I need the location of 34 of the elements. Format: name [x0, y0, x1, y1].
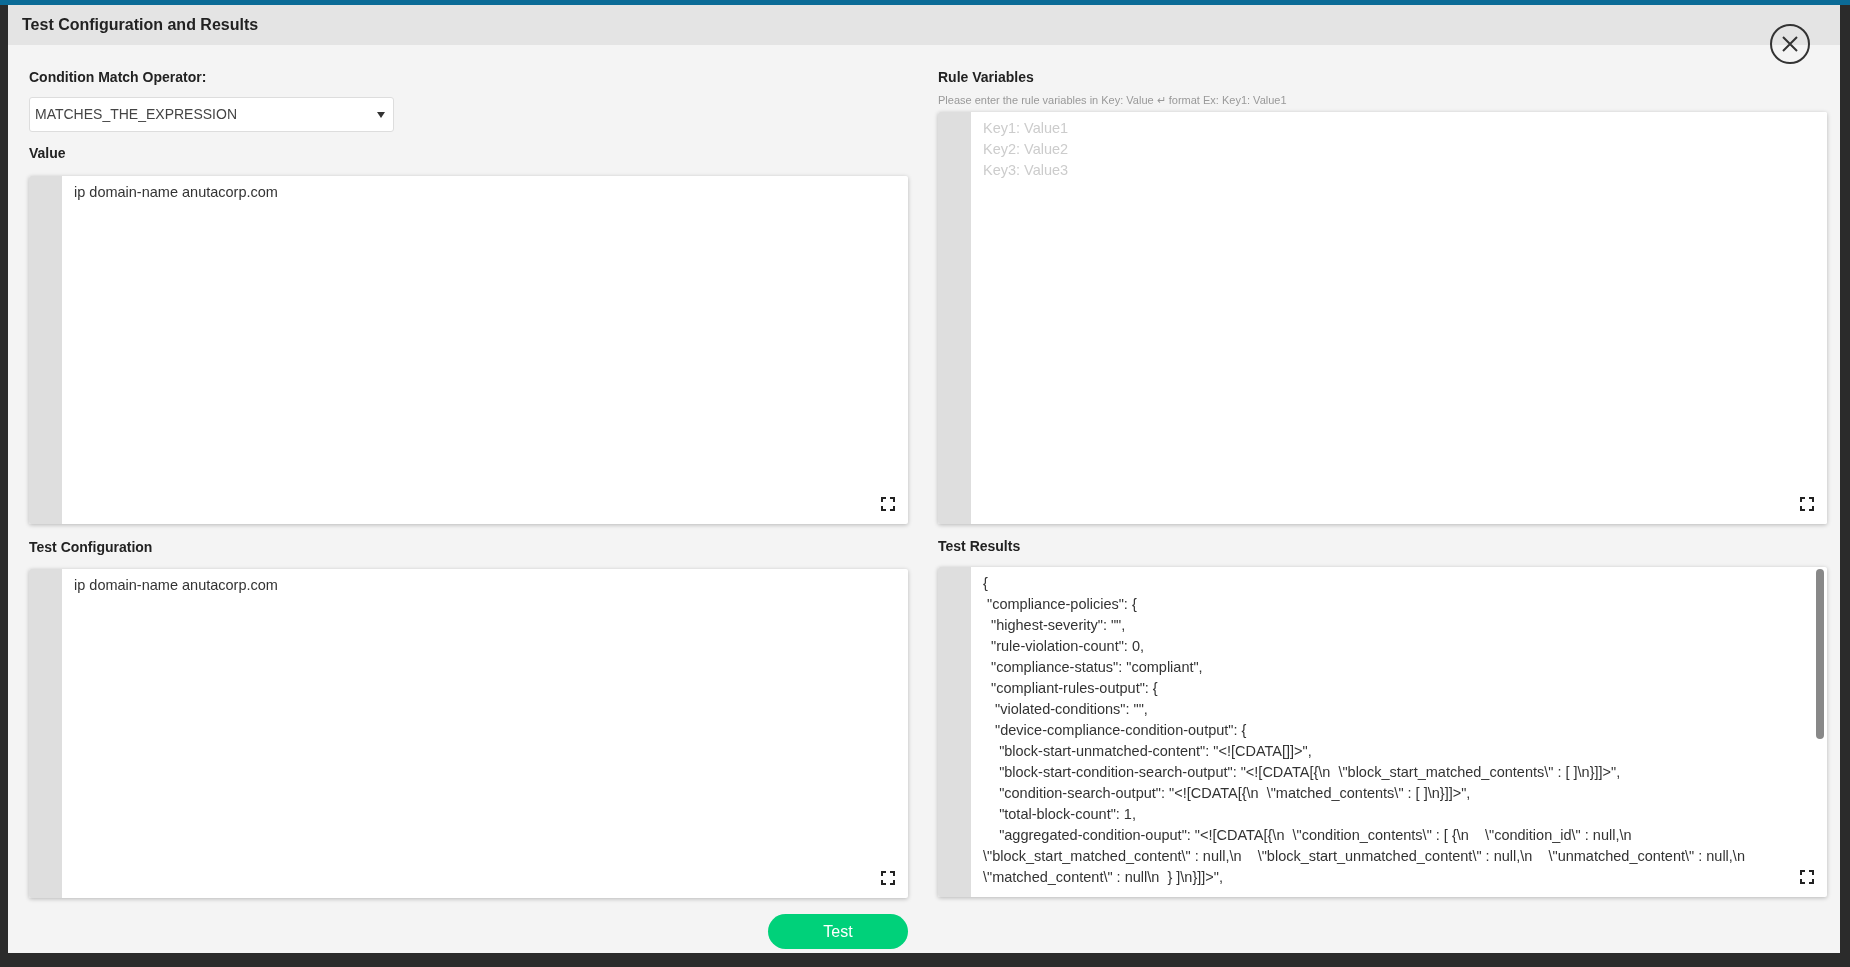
code-line: { [983, 573, 989, 593]
close-button[interactable] [1770, 24, 1810, 64]
code-line: "block-start-condition-search-output": "<![CDATA[{\n \"block_start_matched_contents\" : [ ]\n}]]>", [998, 762, 1622, 782]
code-line: "aggregated-condition-ouput": "<![CDATA[{\n \"condition_contents\" : [ {\n \"condition_id\" : null,\n \"block_start_matched_content\" : null,\n \"block_start_unmatched_content\" : null,\n \"unmatched_content\" : null,\n \"matched_content\" : null\n } ]\n}]]>", [983, 825, 1746, 887]
fullscreen-icon[interactable] [1800, 869, 1814, 884]
code-line: "compliance-status": "compliant", [990, 657, 1204, 677]
dropdown-value: MATCHES_THE_EXPRESSION [35, 105, 237, 124]
dropdown-arrow-icon [377, 111, 385, 118]
code-line: "compliant-rules-output": { [990, 678, 1159, 698]
field-label: Condition Match Operator: [29, 68, 208, 87]
field-label: Test Configuration [29, 538, 154, 557]
fullscreen-icon[interactable] [881, 497, 895, 511]
dialog-title: Test Configuration and Results [22, 15, 259, 35]
code-line: "compliance-policies": { [986, 594, 1138, 614]
fullscreen-icon[interactable] [881, 871, 895, 885]
code-line: ip domain-name anutacorp.com [74, 183, 279, 202]
code-line: "highest-severity": "", [990, 615, 1127, 635]
code-line: "condition-search-output": "<![CDATA[{\n \"matched_contents\" : [ ]\n}]]>", [998, 783, 1472, 803]
code-line: "total-block-count": 1, [998, 804, 1137, 824]
hint-text: Please enter the rule variables in Key: Value ↵ format Ex: Key1: Value1 [938, 93, 1288, 108]
field-label: Test Results [938, 536, 1022, 556]
code-line: "violated-conditions": "", [994, 699, 1149, 719]
code-line: "rule-violation-count": 0, [990, 636, 1145, 656]
code-line: "block-start-unmatched-content": "<![CDATA[]]>", [998, 741, 1313, 761]
field-label: Value [29, 144, 67, 163]
code-editor[interactable]: ip domain-name anutacorp.com [29, 569, 908, 898]
fullscreen-icon[interactable] [1800, 496, 1814, 511]
code-line: "device-compliance-condition-output": { [994, 720, 1248, 740]
operator-dropdown[interactable]: MATCHES_THE_EXPRESSION [29, 97, 394, 132]
scrollbar-thumb[interactable] [1816, 568, 1824, 739]
code-line: ip domain-name anutacorp.com [74, 576, 279, 595]
code-editor[interactable]: ip domain-name anutacorp.com [29, 176, 908, 524]
field-label: Rule Variables [938, 68, 1035, 87]
close-icon [1781, 35, 1799, 53]
